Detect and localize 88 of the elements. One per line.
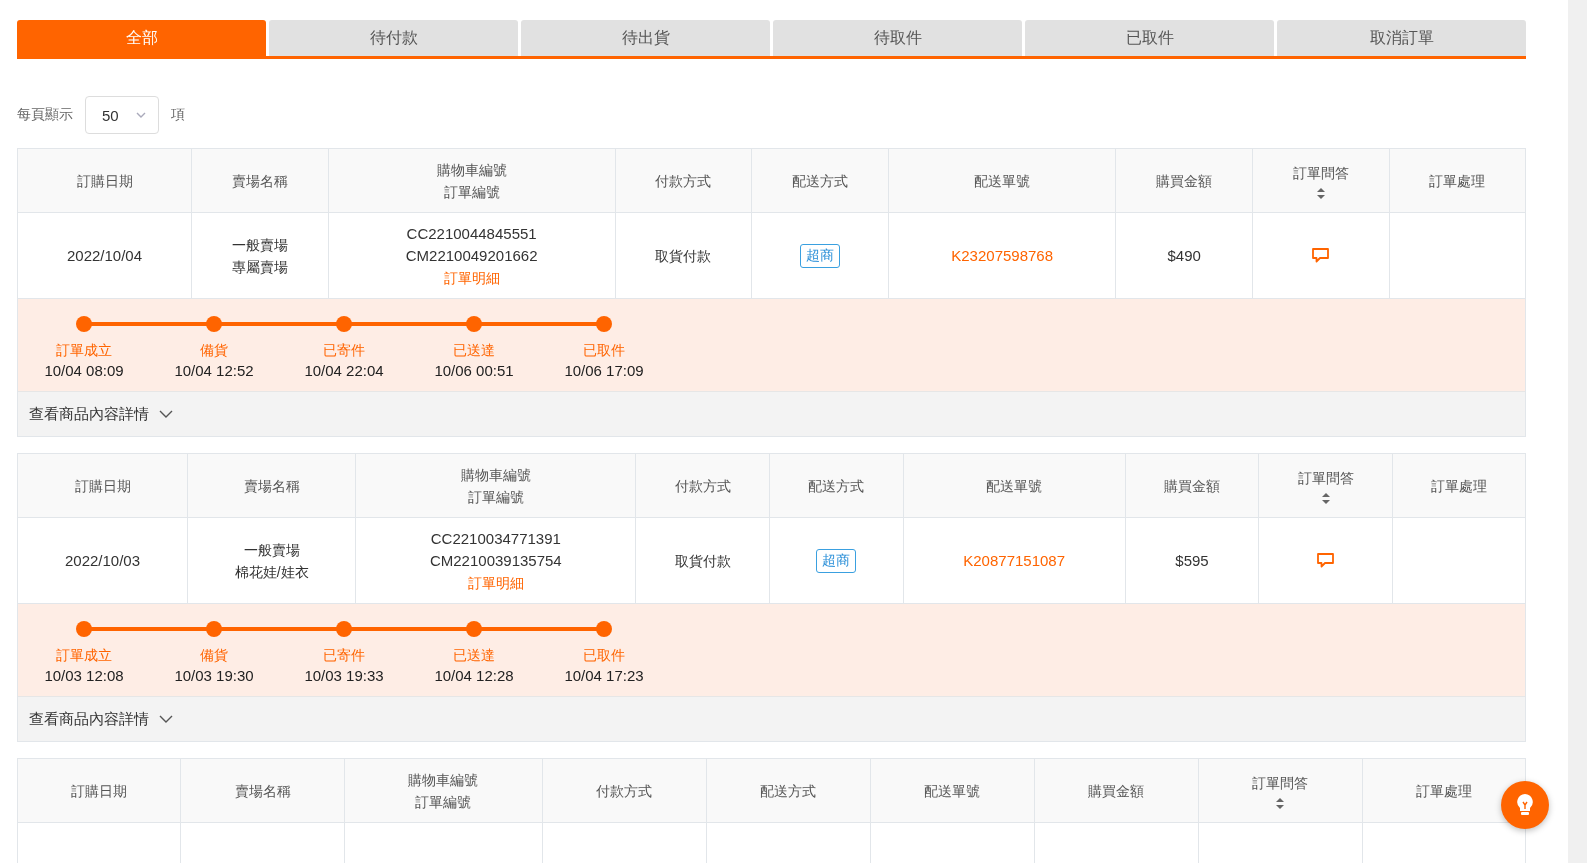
page-size-select[interactable]: 50	[85, 96, 159, 134]
column-header: 配送單號	[973, 171, 1032, 191]
column-header: 購買金額	[1163, 476, 1222, 496]
page-size-label: 每頁顯示	[17, 106, 73, 124]
tab[interactable]: 已取件	[1025, 20, 1274, 56]
step-time: 10/04 08:09	[44, 361, 124, 381]
order-detail-link[interactable]: 訂單明細	[334, 266, 609, 289]
column-header: 配送方式	[807, 476, 866, 496]
column-header: 訂單編號	[414, 792, 473, 812]
column-header: 配送方式	[759, 781, 818, 801]
column-header: 訂購日期	[73, 476, 132, 496]
column-header: 購物車編號	[459, 465, 532, 485]
store-name: 棉花娃/娃衣	[233, 562, 310, 582]
step-time: 10/04 12:28	[434, 666, 514, 686]
column-header: 購買金額	[1155, 171, 1214, 191]
step-label: 已送達	[453, 646, 495, 665]
column-header: 訂單編號	[442, 182, 501, 202]
step-time: 10/04 17:23	[564, 666, 644, 686]
chat-icon[interactable]	[1317, 553, 1335, 568]
column-header: 賣場名稱	[233, 781, 292, 801]
column-header: 訂單處理	[1429, 476, 1488, 496]
column-header: 付款方式	[654, 171, 713, 191]
tab[interactable]: 待出貨	[521, 20, 770, 56]
step-label: 訂單成立	[56, 341, 112, 360]
column-header: 訂單處理	[1414, 781, 1473, 801]
step-label: 訂單成立	[56, 646, 112, 665]
column-header: 購買金額	[1087, 781, 1146, 801]
column-header: 購物車編號	[435, 160, 508, 180]
cart-number: CC2210034771391	[429, 528, 562, 549]
step-label: 已寄件	[323, 341, 365, 360]
chevron-down-icon	[136, 112, 146, 118]
order-number: CM2210049201662	[404, 245, 539, 266]
step-label: 已取件	[583, 341, 625, 360]
payment-method: 取貨付款	[673, 551, 732, 571]
order-date: 2022/10/03	[63, 550, 142, 571]
chevron-down-icon	[159, 715, 173, 723]
shipping-tag: 超商	[816, 548, 857, 573]
store-name: 專屬賣場	[230, 257, 289, 277]
order-number: CM2210039135754	[428, 550, 563, 571]
step-time: 10/03 19:30	[174, 666, 254, 686]
purchase-amount: $595	[1174, 550, 1210, 571]
tab[interactable]: 待取件	[773, 20, 1022, 56]
purchase-amount: $490	[1166, 245, 1202, 266]
chat-icon[interactable]	[1312, 248, 1330, 263]
column-header: 配送單號	[985, 476, 1044, 496]
sort-icon[interactable]	[1321, 493, 1330, 504]
column-header: 付款方式	[673, 476, 732, 496]
order-detail-link[interactable]: 訂單明細	[362, 571, 630, 594]
column-header: 訂購日期	[70, 781, 129, 801]
column-header: 訂購日期	[75, 171, 134, 191]
payment-method: 取貨付款	[654, 246, 713, 266]
order-date: 2022/10/04	[65, 245, 144, 266]
column-header: 賣場名稱	[242, 476, 301, 496]
column-header: 訂單問答	[1296, 469, 1355, 488]
column-header: 訂單處理	[1428, 171, 1487, 191]
store-name: 一般賣場	[230, 235, 289, 255]
step-label: 已寄件	[323, 646, 365, 665]
step-label: 備貨	[200, 646, 228, 665]
step-label: 備貨	[200, 341, 228, 360]
step-time: 10/04 22:04	[304, 361, 384, 381]
lightbulb-icon	[1516, 793, 1534, 817]
step-time: 10/03 19:33	[304, 666, 384, 686]
details-toggle[interactable]: 查看商品內容詳情	[29, 709, 173, 729]
step-time: 10/03 12:08	[44, 666, 124, 686]
shipping-tag: 超商	[800, 243, 841, 268]
page-size-suffix: 項	[171, 106, 185, 124]
step-time: 10/06 00:51	[434, 361, 514, 381]
column-header: 配送單號	[923, 781, 982, 801]
column-header: 購物車編號	[407, 770, 480, 790]
column-header: 訂單問答	[1251, 774, 1310, 793]
cart-number: CC2210044845551	[405, 223, 538, 244]
column-header: 付款方式	[595, 781, 654, 801]
step-label: 已送達	[453, 341, 495, 360]
column-header: 賣場名稱	[230, 171, 289, 191]
step-time: 10/04 12:52	[174, 361, 254, 381]
chevron-down-icon	[159, 410, 173, 418]
help-button[interactable]	[1501, 781, 1549, 829]
step-time: 10/06 17:09	[564, 361, 644, 381]
tab[interactable]: 待付款	[269, 20, 518, 56]
tab[interactable]: 取消訂單	[1277, 20, 1526, 56]
column-header: 訂單問答	[1291, 164, 1350, 183]
step-label: 已取件	[583, 646, 625, 665]
column-header: 配送方式	[791, 171, 850, 191]
store-name: 一般賣場	[242, 540, 301, 560]
details-toggle[interactable]: 查看商品內容詳情	[29, 404, 173, 424]
sort-icon[interactable]	[1316, 188, 1325, 199]
column-header: 訂單編號	[466, 487, 525, 507]
sort-icon[interactable]	[1276, 798, 1285, 809]
